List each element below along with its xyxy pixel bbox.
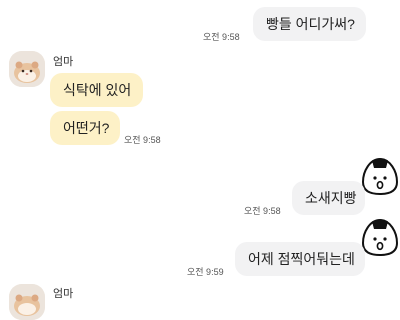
sent-message-bubble[interactable]: 소새지빵 <box>292 181 365 215</box>
sender-name: 엄마 <box>53 56 74 68</box>
rice-ball-sticker-icon <box>361 156 399 196</box>
message-timestamp: 오전 9:58 <box>203 32 240 42</box>
hamster-avatar-icon <box>9 51 45 87</box>
hamster-avatar-icon <box>9 284 45 320</box>
received-message-bubble[interactable]: 어떤거? <box>50 111 120 145</box>
sent-message-bubble[interactable]: 빵들 어디가써? <box>253 7 366 41</box>
sent-message-bubble[interactable]: 어제 점찍어둬는데 <box>235 242 365 276</box>
sender-avatar[interactable] <box>9 284 45 320</box>
message-timestamp: 오전 9:59 <box>187 267 224 277</box>
rice-ball-sticker-icon <box>361 217 399 257</box>
message-timestamp: 오전 9:58 <box>124 135 161 145</box>
sender-avatar[interactable] <box>9 51 45 87</box>
message-timestamp: 오전 9:58 <box>244 206 281 216</box>
sender-name: 엄마 <box>53 288 74 300</box>
received-message-bubble[interactable]: 식탁에 있어 <box>50 73 143 107</box>
